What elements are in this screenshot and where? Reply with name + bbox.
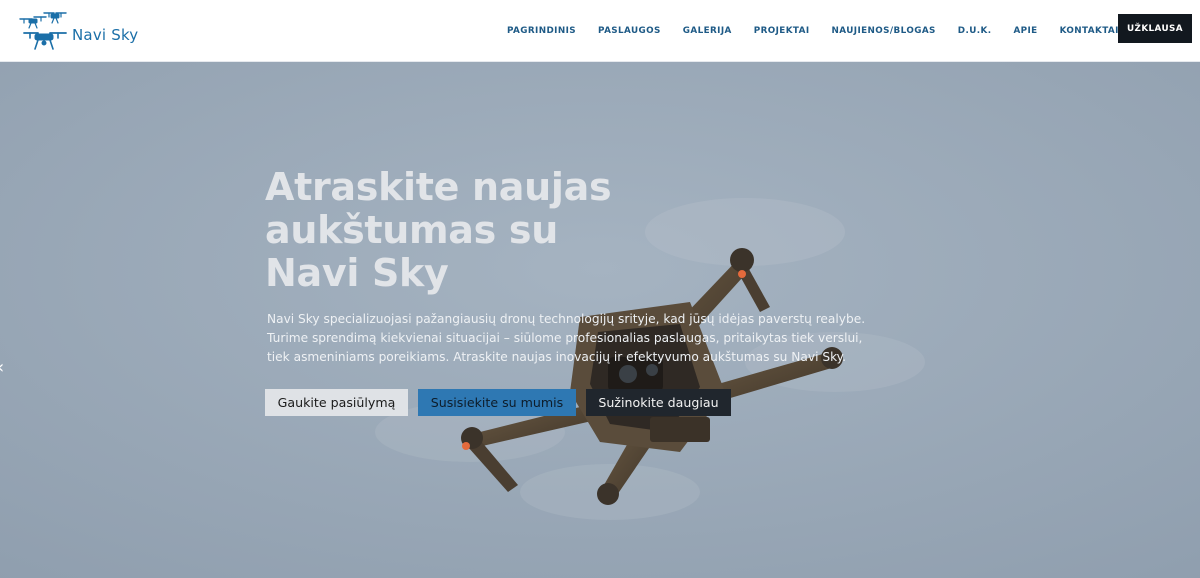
hero-section: Atraskite naujas aukštumas su Navi Sky N… — [0, 62, 1200, 578]
nav-item-galerija[interactable]: GALERIJA — [683, 26, 732, 36]
slider-prev-icon[interactable]: ‹ — [0, 358, 7, 378]
drone-logo-icon — [19, 12, 67, 50]
learn-more-button[interactable]: Sužinokite daugiau — [586, 389, 731, 416]
logo-text: Navi Sky — [72, 26, 139, 44]
nav-item-kontaktai[interactable]: KONTAKTAI — [1060, 26, 1119, 36]
site-header: Navi Sky PAGRINDINIS PASLAUGOS GALERIJA … — [0, 0, 1200, 62]
nav-item-projektai[interactable]: PROJEKTAI — [754, 26, 810, 36]
inquiry-button[interactable]: UŽKLAUSA — [1118, 14, 1192, 43]
nav-item-apie[interactable]: APIE — [1013, 26, 1037, 36]
logo[interactable]: Navi Sky — [18, 6, 143, 54]
nav-item-pagrindinis[interactable]: PAGRINDINIS — [507, 26, 576, 36]
nav-item-paslaugos[interactable]: PASLAUGOS — [598, 26, 661, 36]
hero-description: Navi Sky specializuojasi pažangiausių dr… — [267, 312, 866, 364]
main-nav: PAGRINDINIS PASLAUGOS GALERIJA PROJEKTAI… — [496, 0, 1130, 62]
hero-title: Atraskite naujas aukštumas su Navi Sky — [265, 165, 612, 295]
contact-us-button[interactable]: Susisiekite su mumis — [418, 389, 576, 416]
get-offer-button[interactable]: Gaukite pasiūlymą — [265, 389, 408, 416]
nav-item-naujienos[interactable]: NAUJIENOS/BLOGAS — [832, 26, 936, 36]
nav-item-duk[interactable]: D.U.K. — [958, 26, 992, 36]
